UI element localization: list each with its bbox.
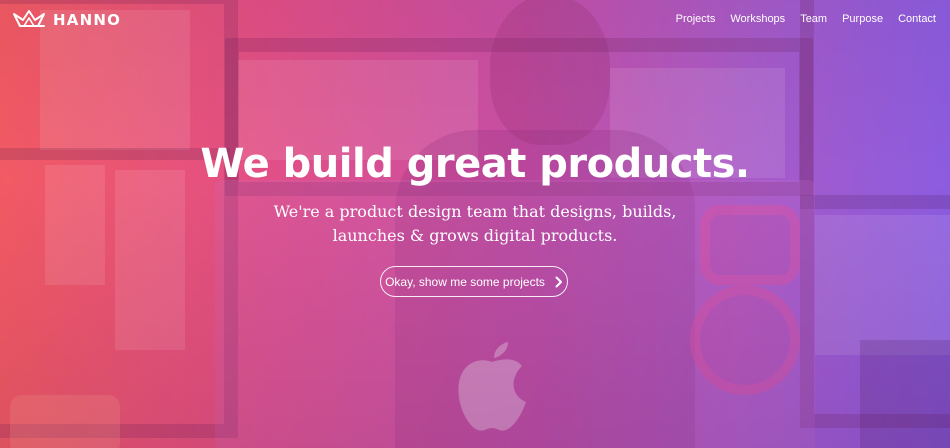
nav-item-workshops[interactable]: Workshops (730, 12, 785, 26)
top-navigation-bar: HANNO Projects Workshops Team Purpose Co… (0, 0, 950, 40)
crown-icon (13, 10, 45, 27)
main-nav: Projects Workshops Team Purpose Contact (676, 12, 936, 26)
hero-subheadline-line-2: launches & grows digital products. (332, 226, 618, 245)
nav-item-projects[interactable]: Projects (676, 12, 716, 26)
nav-item-purpose[interactable]: Purpose (842, 12, 883, 26)
hero-headline: We build great products. (200, 141, 750, 187)
show-projects-button-label: Okay, show me some projects (385, 274, 545, 289)
show-projects-button[interactable]: Okay, show me some projects (380, 266, 568, 297)
nav-item-team[interactable]: Team (800, 12, 827, 26)
brand-logo-link[interactable]: HANNO (11, 9, 121, 31)
hero-section: HANNO Projects Workshops Team Purpose Co… (0, 0, 950, 448)
chevron-right-icon (555, 276, 562, 287)
brand-name: HANNO (53, 11, 122, 29)
hero-subheadline-line-1: We're a product design team that designs… (273, 202, 677, 221)
hero-subheadline: We're a product design team that designs… (0, 200, 950, 248)
nav-item-contact[interactable]: Contact (898, 12, 936, 26)
